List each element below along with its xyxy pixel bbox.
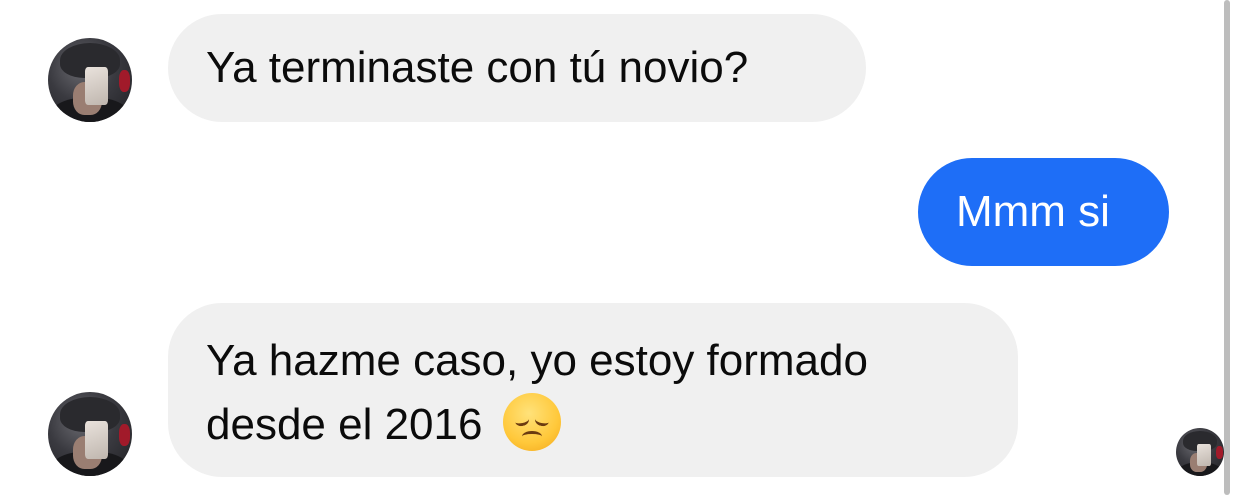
contact-avatar[interactable] xyxy=(48,392,132,476)
incoming-message-bubble[interactable]: Ya hazme caso, yo estoy formado desde el… xyxy=(168,303,1018,477)
message-text-line: Ya hazme caso, yo estoy formado xyxy=(206,336,868,385)
outgoing-message-bubble[interactable]: Mmm si xyxy=(918,158,1169,266)
contact-avatar[interactable] xyxy=(48,38,132,122)
scrollbar[interactable] xyxy=(1224,0,1230,495)
chat-thread: Ya terminaste con tú novio? Mmm si Ya ha… xyxy=(0,0,1242,495)
read-receipt-avatar xyxy=(1176,428,1224,476)
message-text-line: desde el 2016 xyxy=(206,393,1018,457)
disappointed-face-emoji xyxy=(502,393,561,451)
message-text: Mmm si xyxy=(956,187,1110,236)
incoming-message-bubble[interactable]: Ya terminaste con tú novio? xyxy=(168,14,866,122)
message-text: Ya terminaste con tú novio? xyxy=(206,43,749,92)
